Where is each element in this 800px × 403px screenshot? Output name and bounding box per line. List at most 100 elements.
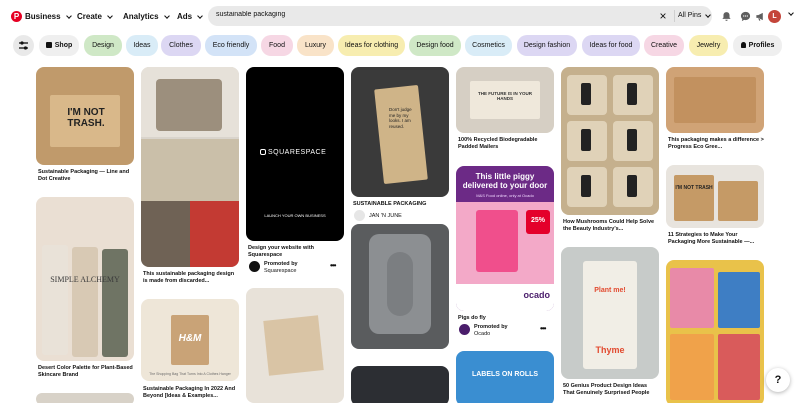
shop-label: Shop	[54, 42, 73, 49]
pin-image-padded-mailers[interactable]: THE FUTURE IS IN YOUR HANDS	[456, 67, 554, 133]
pin-image-mushroom-packaging[interactable]	[561, 67, 659, 215]
pin-image-embossed-shoebox[interactable]	[351, 224, 449, 349]
nav-create[interactable]: Create	[77, 12, 113, 21]
promoter-name[interactable]: Squarespace	[264, 268, 296, 275]
pin-title[interactable]: This packaging makes a difference > Prog…	[668, 137, 764, 150]
pin-image-partial[interactable]	[36, 393, 134, 403]
search-input[interactable]	[216, 11, 636, 18]
pin-image-line-and-dot[interactable]: I'M NOT TRASH.	[36, 67, 134, 165]
ad-headline: This little piggy delivered to your door	[462, 172, 548, 190]
pin-title[interactable]: 100% Recycled Biodegradable Padded Maile…	[458, 137, 554, 150]
chip-design-food[interactable]: Design food	[409, 35, 461, 56]
chip-design[interactable]: Design	[84, 35, 122, 56]
more-options-icon[interactable]: •••	[540, 324, 546, 333]
deodorant-tube	[102, 249, 128, 357]
chip-jewelry[interactable]: Jewelry	[689, 35, 728, 56]
tag-headline: Plant me!	[594, 287, 626, 294]
pin-image-labels-on-rolls[interactable]: LABELS ON ROLLS	[456, 351, 554, 403]
pin-image-plant-me-tag[interactable]: Plant me! Thyme	[561, 247, 659, 379]
author-avatar[interactable]	[354, 210, 365, 221]
ocado-logo-text: ocado	[523, 290, 550, 300]
chip-ideas-for-clothing[interactable]: Ideas for clothing	[338, 35, 405, 56]
shopping-bag-icon	[45, 42, 52, 48]
top-bar: P Business Create Analytics Ads × All Pi…	[0, 0, 800, 34]
chip-design-fashion[interactable]: Design fashion	[517, 35, 577, 56]
kraft-mailer-bag	[374, 84, 428, 185]
pin-image-hm-hanger-bag[interactable]: H&M The Shopping Bag That Turns Into A C…	[141, 299, 239, 381]
chevron-down-icon	[705, 11, 712, 18]
nav-analytics-label: Analytics	[123, 12, 159, 21]
avatar[interactable]: L	[768, 10, 781, 23]
chip-cosmetics[interactable]: Cosmetics	[465, 35, 512, 56]
patterned-box	[718, 272, 760, 328]
more-options-icon[interactable]: •••	[330, 261, 336, 270]
announcements-megaphone-icon[interactable]	[755, 11, 766, 22]
messages-icon[interactable]	[740, 11, 751, 22]
profiles-chip[interactable]: Profiles	[733, 35, 782, 56]
deodorant-tube	[72, 247, 98, 357]
pinterest-logo-icon[interactable]: P	[11, 11, 22, 22]
help-button[interactable]: ?	[766, 368, 790, 392]
banner-text: LABELS ON ROLLS	[471, 371, 539, 378]
nav-create-label: Create	[77, 12, 102, 21]
pin-image-partial[interactable]	[351, 366, 449, 403]
promoter-avatar[interactable]	[459, 324, 470, 335]
chip-food[interactable]: Food	[261, 35, 293, 56]
pin-image-discarded-materials[interactable]	[141, 67, 239, 267]
chip-ideas[interactable]: Ideas	[126, 35, 158, 56]
author-name[interactable]: JAN 'N JUNE	[369, 213, 402, 220]
dropper-bottle	[581, 83, 591, 105]
filter-settings-button[interactable]	[13, 35, 34, 56]
chip-clothes[interactable]: Clothes	[161, 35, 201, 56]
clear-search-icon[interactable]: ×	[656, 9, 670, 23]
pin-image-ocado-ad[interactable]: This little piggy delivered to your door…	[456, 166, 554, 311]
pin-image-folded-box[interactable]	[246, 288, 344, 403]
pin-image-jan-n-june[interactable]: Don't judge me by my looks. I am reused.	[351, 67, 449, 197]
product-photo-bottom-right	[190, 201, 239, 267]
profiles-label: Profiles	[748, 42, 775, 49]
tag-plant-name: Thyme	[595, 345, 625, 355]
chip-ideas-for-food[interactable]: Ideas for food	[582, 35, 640, 56]
pin-title[interactable]: Sustainable Packaging — Line and Dot Cre…	[38, 169, 134, 182]
search-bar: × All Pins	[208, 6, 712, 26]
pin-image-progress-eco[interactable]	[666, 67, 764, 133]
product-photo-mid	[141, 139, 239, 201]
promoter-avatar[interactable]	[249, 261, 260, 272]
pin-image-squarespace-ad[interactable]: SQUARESPACE LAUNCH YOUR OWN BUSINESS	[246, 67, 344, 241]
pin-title[interactable]: Sustainable Packaging In 2022 And Beyond…	[143, 386, 239, 399]
account-label: Business	[25, 12, 61, 21]
box-print-text: I'M NOT TRASH.	[67, 107, 105, 129]
chip-eco-friendly[interactable]: Eco friendly	[205, 35, 257, 56]
pin-title[interactable]: SUSTAINABLE PACKAGING	[353, 201, 449, 208]
chip-creative[interactable]: Creative	[644, 35, 684, 56]
promoter-name[interactable]: Ocado	[474, 331, 490, 338]
pin-image-not-trash-boxes[interactable]: I'M NOT TRASH	[666, 165, 764, 228]
nav-ads[interactable]: Ads	[177, 12, 203, 21]
pin-title[interactable]: 11 Strategies to Make Your Packaging Mor…	[668, 232, 764, 245]
pin-image-colorful-boxes[interactable]	[666, 260, 764, 403]
pin-title[interactable]: Design your website with Squarespace	[248, 245, 344, 258]
kraft-box	[263, 315, 324, 376]
chevron-down-icon	[163, 12, 170, 19]
chip-luxury[interactable]: Luxury	[297, 35, 334, 56]
search-scope-dropdown[interactable]: All Pins	[678, 11, 712, 19]
pin-title[interactable]: Desert Color Palette for Plant-Based Ski…	[38, 365, 134, 378]
dropper-bottle	[627, 129, 637, 151]
promoted-by-label: Promoted by	[474, 324, 508, 330]
dropper-bottle	[581, 175, 591, 197]
account-switcher[interactable]: Business	[25, 12, 72, 21]
pin-title[interactable]: 50 Genius Product Design Ideas That Genu…	[563, 383, 659, 396]
nav-ads-label: Ads	[177, 12, 193, 21]
pin-title[interactable]: Pigs do fly	[458, 315, 554, 322]
pin-title[interactable]: How Mushrooms Could Help Solve the Beaut…	[563, 219, 659, 232]
pin-image-simple-alchemy[interactable]: SIMPLE ALCHEMY	[36, 197, 134, 361]
image-caption-text: The Shopping Bag That Turns Into A Cloth…	[149, 372, 231, 376]
nav-analytics[interactable]: Analytics	[123, 12, 170, 21]
chevron-down-icon	[65, 12, 72, 19]
ad-cta-text: LAUNCH YOUR OWN BUSINESS	[264, 213, 326, 218]
shop-chip[interactable]: Shop	[39, 35, 79, 56]
pin-title[interactable]: This sustainable packaging design is mad…	[143, 271, 239, 284]
promoted-by-label: Promoted by	[264, 261, 298, 267]
account-menu-chevron-icon[interactable]	[788, 10, 794, 16]
notifications-bell-icon[interactable]	[721, 11, 732, 22]
